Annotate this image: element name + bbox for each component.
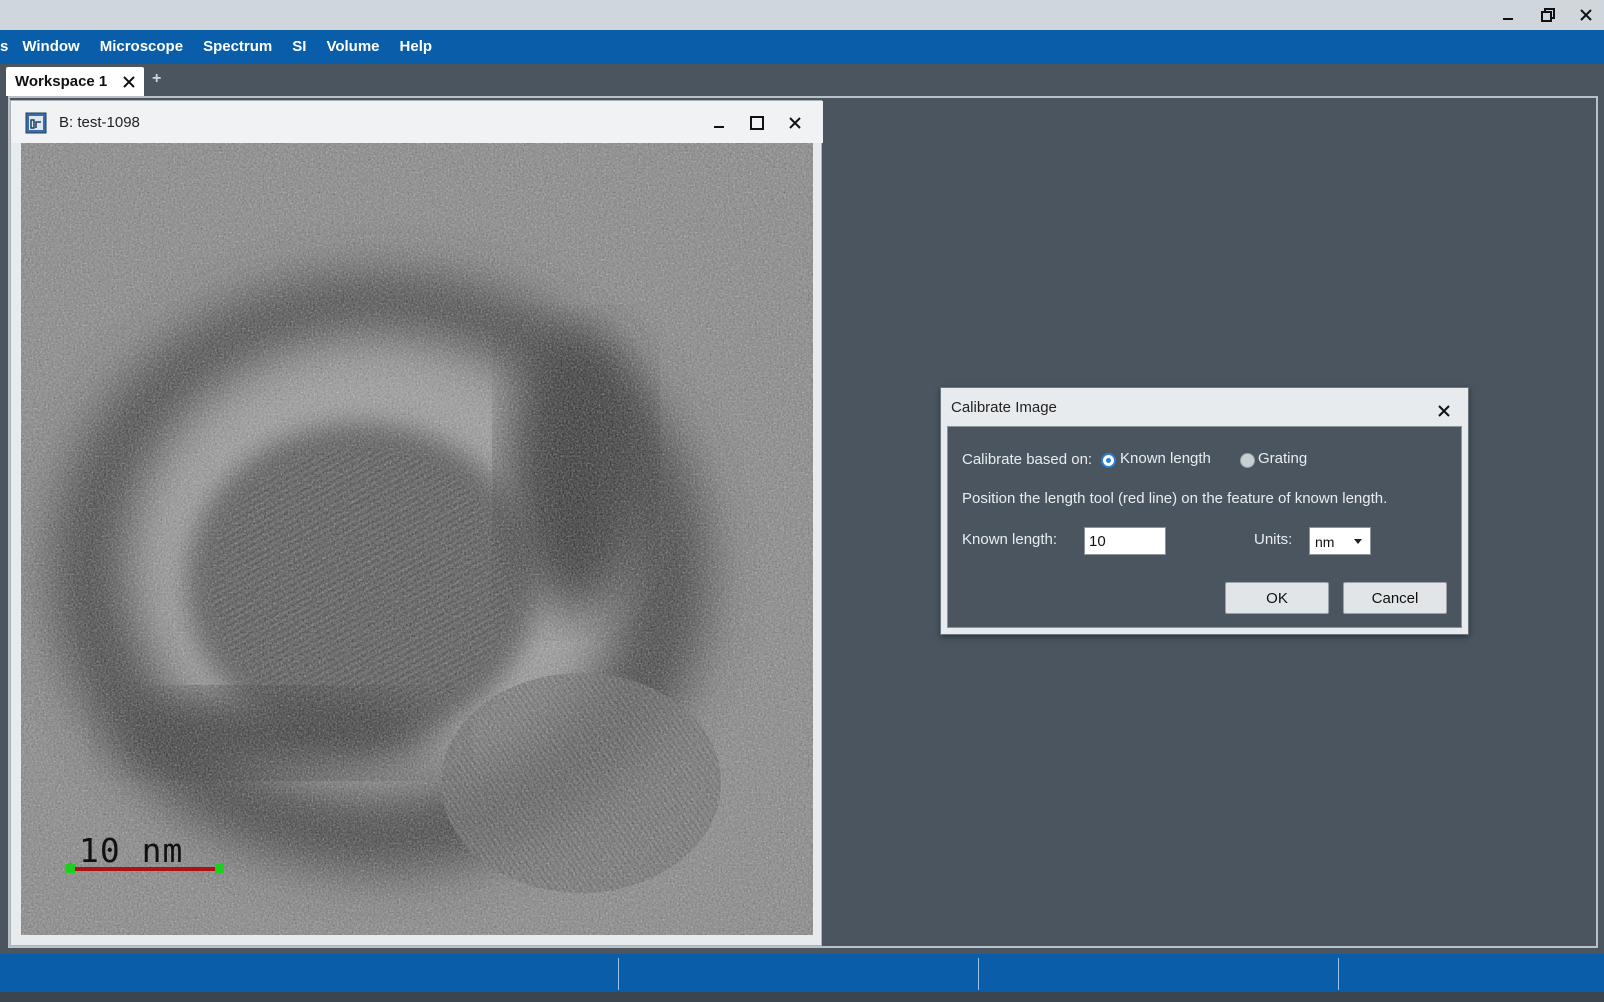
dialog-body: Calibrate based on: Known length Grating… [947, 426, 1462, 628]
menu-bar: s Window Microscope Spectrum SI Volume H… [0, 30, 1604, 64]
radio-known-length-label[interactable]: Known length [1120, 450, 1211, 467]
restore-icon[interactable] [1530, 0, 1566, 30]
radio-known-length[interactable] [1101, 453, 1116, 468]
bottom-strip [0, 992, 1604, 1002]
dialog-titlebar: Calibrate Image [941, 388, 1468, 426]
calibrate-based-on-label: Calibrate based on: [962, 451, 1093, 468]
length-tool-handle-end[interactable] [215, 864, 224, 873]
cancel-button[interactable]: Cancel [1343, 582, 1447, 614]
tab-workspace-1[interactable]: Workspace 1 [6, 67, 144, 96]
close-icon[interactable] [1568, 0, 1604, 30]
scale-bar-label: 10 nm [79, 831, 184, 870]
tab-close-icon[interactable] [120, 73, 138, 91]
menu-item-volume[interactable]: Volume [316, 30, 389, 64]
status-bar [0, 954, 1604, 992]
units-label: Units: [1254, 531, 1293, 548]
tab-label: Workspace 1 [15, 73, 108, 90]
menu-item-help[interactable]: Help [390, 30, 443, 64]
image-window: B: test-1098 10 nm [10, 100, 823, 946]
status-separator [978, 958, 979, 990]
status-separator [1338, 958, 1339, 990]
menu-item-microscope[interactable]: Microscope [90, 30, 193, 64]
micrograph-image[interactable]: 10 nm [21, 143, 813, 935]
units-dropdown[interactable]: nm [1309, 527, 1371, 555]
image-window-titlebar: B: test-1098 [11, 101, 823, 143]
length-tool-handle-start[interactable] [66, 864, 75, 873]
add-tab-button[interactable]: + [152, 70, 161, 88]
image-document-icon [25, 112, 47, 134]
menu-item-clipped[interactable]: s [0, 30, 12, 64]
tab-strip: Workspace 1 + [0, 64, 1604, 96]
menu-item-si[interactable]: SI [282, 30, 316, 64]
radio-grating[interactable] [1240, 453, 1255, 468]
close-icon[interactable] [783, 111, 807, 135]
instruction-text: Position the length tool (red line) on t… [962, 490, 1388, 507]
image-window-title: B: test-1098 [59, 114, 140, 131]
minimize-icon[interactable] [707, 111, 731, 135]
menu-item-spectrum[interactable]: Spectrum [193, 30, 282, 64]
status-separator [618, 958, 619, 990]
minimize-icon[interactable] [1490, 0, 1526, 30]
micrograph-graphic [21, 143, 813, 935]
length-tool-line[interactable] [69, 867, 219, 871]
known-length-input[interactable] [1084, 527, 1166, 555]
known-length-label: Known length: [962, 531, 1058, 548]
dialog-title: Calibrate Image [951, 399, 1057, 416]
ok-button[interactable]: OK [1225, 582, 1329, 614]
close-icon[interactable] [1435, 402, 1453, 420]
maximize-icon[interactable] [745, 111, 769, 135]
calibrate-image-dialog: Calibrate Image Calibrate based on: Know… [940, 387, 1469, 635]
radio-grating-label[interactable]: Grating [1258, 450, 1307, 467]
menu-item-window[interactable]: Window [12, 30, 89, 64]
chevron-down-icon [1354, 539, 1362, 544]
window-titlebar [0, 0, 1604, 30]
units-selected-value: nm [1315, 534, 1335, 550]
